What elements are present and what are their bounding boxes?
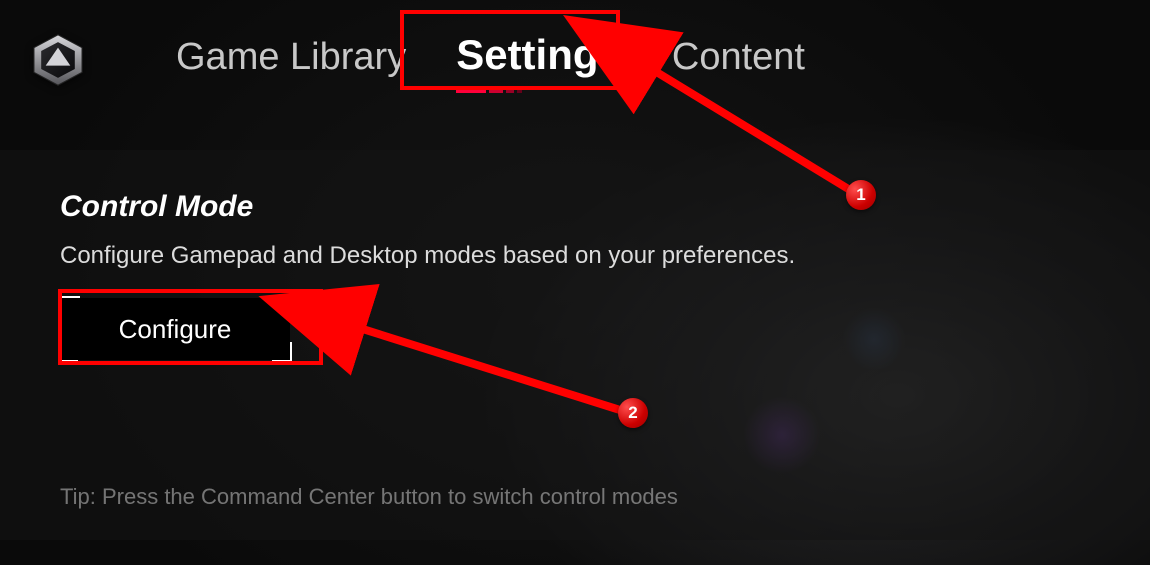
section-title: Control Mode — [60, 190, 1090, 224]
tip-text: Tip: Press the Command Center button to … — [60, 484, 678, 510]
nav-tabs: Game Library Settings Content — [136, 31, 805, 89]
section-description: Configure Gamepad and Desktop modes base… — [60, 242, 1090, 270]
app-logo-icon — [30, 32, 86, 88]
settings-panel-control-mode: Control Mode Configure Gamepad and Deskt… — [0, 150, 1150, 540]
tab-game-library[interactable]: Game Library — [176, 36, 406, 89]
tab-content[interactable]: Content — [672, 36, 805, 89]
active-tab-underline — [456, 87, 526, 93]
configure-button-label: Configure — [119, 314, 232, 345]
tab-settings-label: Settings — [456, 31, 622, 78]
configure-button[interactable]: Configure — [60, 298, 290, 360]
top-header: Game Library Settings Content — [0, 0, 1150, 120]
tab-settings[interactable]: Settings — [456, 31, 622, 89]
